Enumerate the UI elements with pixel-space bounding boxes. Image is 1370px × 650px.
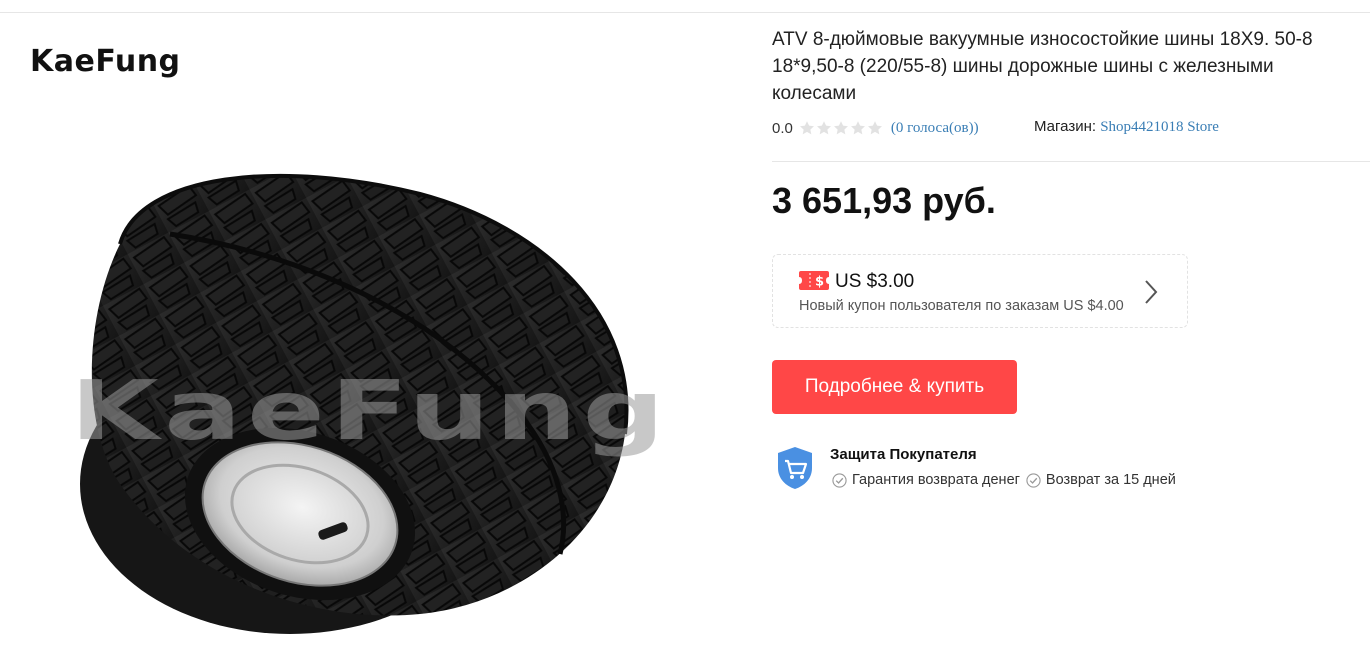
check-circle-icon bbox=[832, 472, 847, 488]
info-divider bbox=[772, 161, 1370, 162]
buyer-protection-list: Гарантия возврата денег Возврат за 15 дн… bbox=[832, 472, 1182, 488]
coupon-card[interactable]: $ US $3.00 Новый купон пользователя по з… bbox=[772, 254, 1188, 328]
star-icon bbox=[816, 121, 831, 135]
product-price: 3 651,93 руб. bbox=[772, 180, 996, 221]
watermark-text: KaeFung bbox=[70, 364, 670, 459]
star-icon bbox=[850, 121, 865, 135]
product-gallery[interactable]: KaeFung KaeFung bbox=[0, 14, 760, 650]
star-icon bbox=[799, 121, 814, 135]
protection-item-label: Гарантия возврата денег bbox=[852, 472, 1020, 488]
star-rating bbox=[799, 120, 883, 136]
protection-item: Гарантия возврата денег bbox=[832, 472, 1020, 488]
rating-row: 0.0 (0 голоса(ов)) Магазин: Shop4421018 … bbox=[772, 118, 1370, 138]
store-label: Магазин: bbox=[1034, 118, 1097, 135]
star-icon bbox=[867, 121, 882, 135]
coupon-amount: US $3.00 bbox=[835, 271, 915, 292]
brand-logo: KaeFung bbox=[30, 44, 181, 79]
buyer-protection-title: Защита Покупателя bbox=[830, 446, 977, 463]
store-link[interactable]: Shop4421018 Store bbox=[1100, 119, 1219, 135]
coupon-description: Новый купон пользователя по заказам US $… bbox=[799, 298, 1124, 314]
check-circle-icon bbox=[1026, 472, 1041, 488]
votes-link[interactable]: (0 голоса(ов)) bbox=[891, 120, 979, 137]
svg-text:$: $ bbox=[815, 275, 824, 290]
store-info: Магазин: Shop4421018 Store bbox=[1034, 118, 1219, 136]
chevron-right-icon[interactable] bbox=[1143, 279, 1159, 305]
coupon-icon: $ bbox=[799, 271, 829, 290]
shield-cart-icon bbox=[778, 447, 812, 489]
rating-value: 0.0 bbox=[772, 119, 793, 137]
product-image[interactable]: KaeFung bbox=[0, 14, 760, 650]
product-title: ATV 8-дюймовые вакуумные износостойкие ш… bbox=[772, 29, 1313, 104]
protection-item-label: Возврат за 15 дней bbox=[1045, 472, 1176, 488]
buy-button[interactable]: Подробнее & купить bbox=[772, 360, 1017, 414]
protection-item: Возврат за 15 дней bbox=[1026, 472, 1176, 488]
star-icon bbox=[833, 121, 848, 135]
product-info: ATV 8-дюймовые вакуумные износостойкие ш… bbox=[772, 0, 1370, 650]
